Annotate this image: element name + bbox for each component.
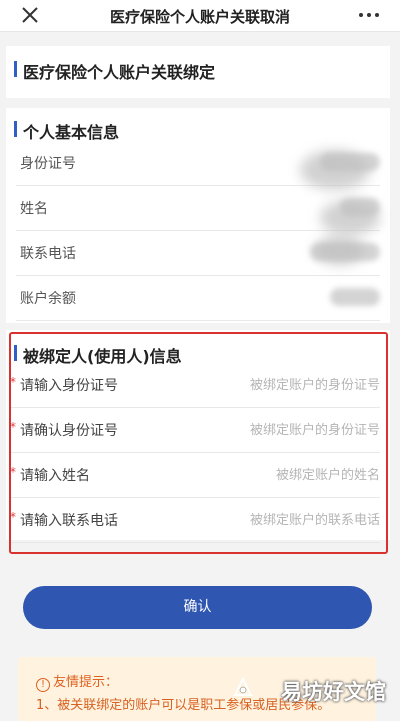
more-icon[interactable] xyxy=(356,3,382,27)
required-mark: * xyxy=(10,375,16,389)
required-mark: * xyxy=(10,465,16,479)
info-icon: ! xyxy=(36,678,50,692)
header-card: 医疗保险个人账户关联绑定 xyxy=(6,46,390,98)
balance-row: 账户余额 xyxy=(16,276,380,321)
bind-name-label: 请输入姓名 xyxy=(20,468,90,484)
bind-id-number-row: * 请输入身份证号 xyxy=(10,363,380,408)
tips-title-text: 友情提示： xyxy=(53,675,119,690)
close-icon[interactable] xyxy=(18,3,42,27)
bind-id-number-label: 请输入身份证号 xyxy=(20,378,118,394)
binding-info-card: 被绑定人(使用人)信息 * 请输入身份证号 * 请确认身份证号 * 请输入姓名 … xyxy=(6,330,390,543)
balance-value-redacted xyxy=(300,284,380,312)
bind-phone-input[interactable] xyxy=(200,507,380,533)
bind-confirm-id-label: 请确认身份证号 xyxy=(20,423,118,439)
top-bar: 医疗保险个人账户关联取消 xyxy=(0,0,400,32)
name-label: 姓名 xyxy=(20,201,48,217)
header-card-title: 医疗保险个人账户关联绑定 xyxy=(14,59,215,83)
watermark-text: 易坊好文馆 xyxy=(281,680,386,704)
bind-phone-row: * 请输入联系电话 xyxy=(10,498,380,543)
bind-confirm-id-input[interactable] xyxy=(200,417,380,443)
page-title: 医疗保险个人账户关联取消 xyxy=(109,8,290,26)
confirm-button[interactable]: 确认 xyxy=(23,586,372,629)
redaction-smudge xyxy=(320,200,380,235)
redaction-smudge xyxy=(300,150,370,190)
id-number-label: 身份证号 xyxy=(20,156,76,172)
required-mark: * xyxy=(10,420,16,434)
bind-phone-label: 请输入联系电话 xyxy=(20,513,118,529)
redaction-smudge xyxy=(315,235,365,265)
bind-id-number-input[interactable] xyxy=(200,372,380,398)
balance-label: 账户余额 xyxy=(20,291,76,307)
bind-name-row: * 请输入姓名 xyxy=(10,453,380,498)
phone-label: 联系电话 xyxy=(20,246,76,262)
bind-confirm-id-row: * 请确认身份证号 xyxy=(10,408,380,453)
personal-info-title: 个人基本信息 xyxy=(14,119,119,143)
tips-title: ! 友情提示： xyxy=(36,671,118,692)
bind-name-input[interactable] xyxy=(200,462,380,488)
required-mark: * xyxy=(10,510,16,524)
watermark-logo-icon xyxy=(232,676,254,698)
